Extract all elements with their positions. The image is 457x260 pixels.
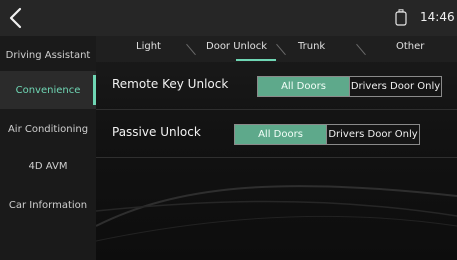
setting-row-remote-key-unlock: Remote Key Unlock All Doors Drivers Door… <box>96 62 457 110</box>
option-drivers-door-only[interactable]: Drivers Door Only <box>349 77 441 96</box>
battery-icon <box>395 9 407 26</box>
sidebar-item-label: Air Conditioning <box>7 123 89 135</box>
clock: 14:46 <box>420 10 455 24</box>
sidebar-item-car-information[interactable]: Car Information <box>0 186 96 224</box>
tab-door-unlock[interactable]: Door Unlock <box>206 41 267 52</box>
sidebar-item-driving-assistant[interactable]: Driving Assistant <box>0 36 96 74</box>
option-drivers-door-only[interactable]: Drivers Door Only <box>326 125 419 144</box>
tab-other[interactable]: Other <box>396 41 424 52</box>
option-all-doors[interactable]: All Doors <box>258 77 349 96</box>
settings-screen: 14:46 Driving Assistant Convenience Air … <box>0 0 457 260</box>
sidebar-item-air-conditioning[interactable]: Air Conditioning <box>0 110 96 148</box>
main-panel: Light Door Unlock Trunk Other Remote Key… <box>96 36 457 260</box>
sidebar-item-label: 4D AVM <box>28 160 68 172</box>
option-all-doors[interactable]: All Doors <box>235 125 326 144</box>
tab-divider <box>186 43 196 56</box>
tab-light[interactable]: Light <box>136 41 161 52</box>
active-tab-indicator <box>236 59 276 61</box>
setting-row-passive-unlock: Passive Unlock All Doors Drivers Door On… <box>96 110 457 158</box>
remote-key-unlock-selector: All Doors Drivers Door Only <box>257 76 442 97</box>
passive-unlock-selector: All Doors Drivers Door Only <box>234 124 420 145</box>
chevron-left-icon[interactable] <box>6 6 28 30</box>
tab-divider <box>276 43 286 56</box>
background-wave <box>96 185 457 242</box>
tab-trunk[interactable]: Trunk <box>298 41 325 52</box>
status-bar: 14:46 <box>0 0 457 36</box>
sidebar-item-label: Convenience <box>15 84 81 96</box>
sidebar-item-4d-avm[interactable]: 4D AVM <box>0 147 96 185</box>
sidebar: Driving Assistant Convenience Air Condit… <box>0 36 96 260</box>
sidebar-item-label: Driving Assistant <box>5 49 91 61</box>
setting-label: Passive Unlock <box>112 125 201 139</box>
setting-label: Remote Key Unlock <box>112 77 229 91</box>
tab-bar: Light Door Unlock Trunk Other <box>96 36 457 62</box>
sidebar-item-convenience[interactable]: Convenience <box>0 71 96 109</box>
tab-divider <box>356 43 366 56</box>
sidebar-item-label: Car Information <box>8 199 88 211</box>
